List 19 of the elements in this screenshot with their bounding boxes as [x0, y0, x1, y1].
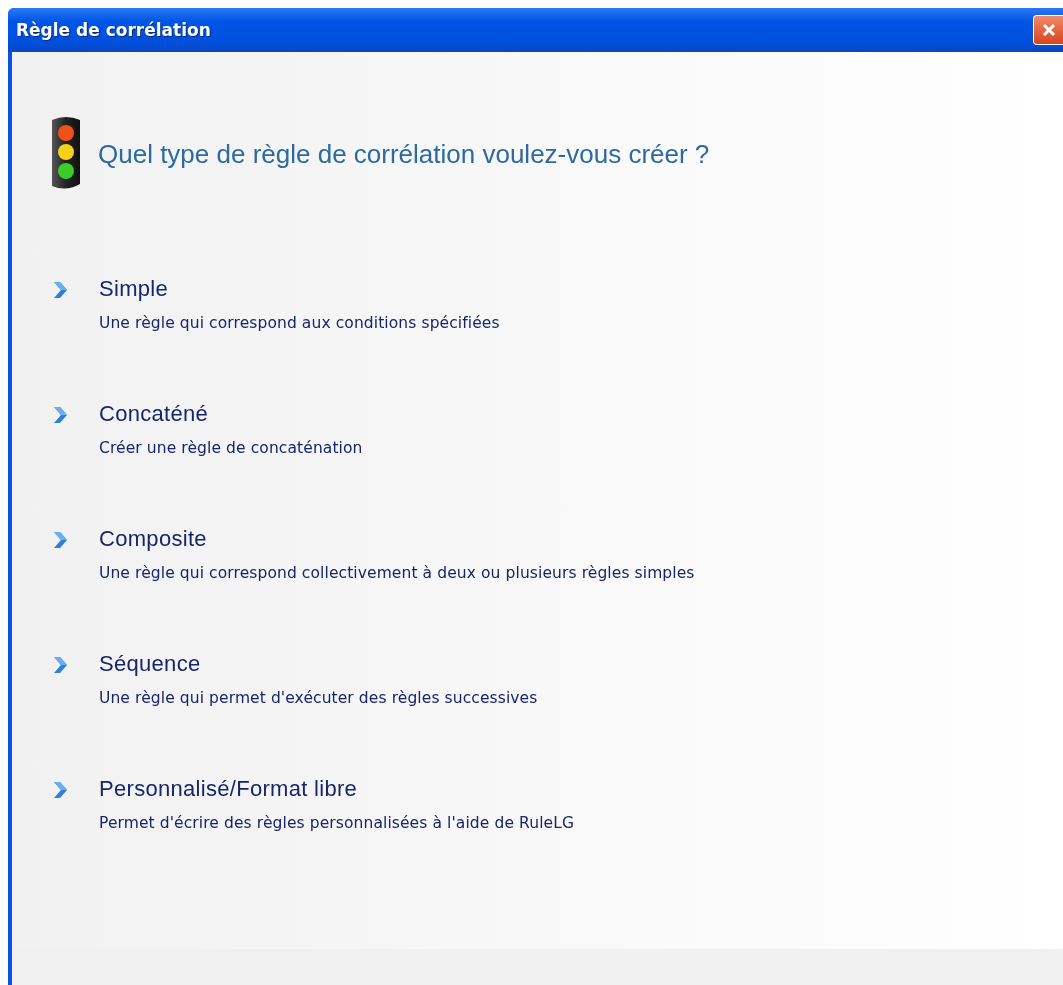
chevron-icon: [52, 656, 68, 674]
option-link[interactable]: Séquence: [99, 652, 201, 676]
dialog-heading: Quel type de règle de corrélation voulez-vous créer ?: [98, 138, 710, 170]
close-button[interactable]: [1033, 15, 1063, 45]
chevron-icon: [52, 406, 68, 424]
chevron-icon: [52, 281, 68, 299]
chevron-icon: [52, 781, 68, 799]
option-link[interactable]: Simple: [99, 277, 169, 301]
option-description: Une règle qui correspond aux conditions spécifiées: [99, 314, 500, 332]
option-description: Une règle qui correspond collectivement à deux ou plusieurs règles simples: [99, 564, 695, 582]
option-link[interactable]: Personnalisé/Format libre: [99, 777, 358, 801]
option-link[interactable]: Composite: [99, 527, 207, 551]
option-description: Créer une règle de concaténation: [99, 439, 363, 457]
window-title: Règle de corrélation: [16, 20, 211, 40]
option-description: Une règle qui permet d'exécuter des règles successives: [99, 689, 538, 707]
close-icon: [1040, 22, 1057, 38]
option-description: Permet d'écrire des règles personnalisées à l'aide de RuleLG: [99, 814, 575, 832]
option-link[interactable]: Concaténé: [99, 402, 209, 426]
chevron-icon: [52, 531, 68, 549]
